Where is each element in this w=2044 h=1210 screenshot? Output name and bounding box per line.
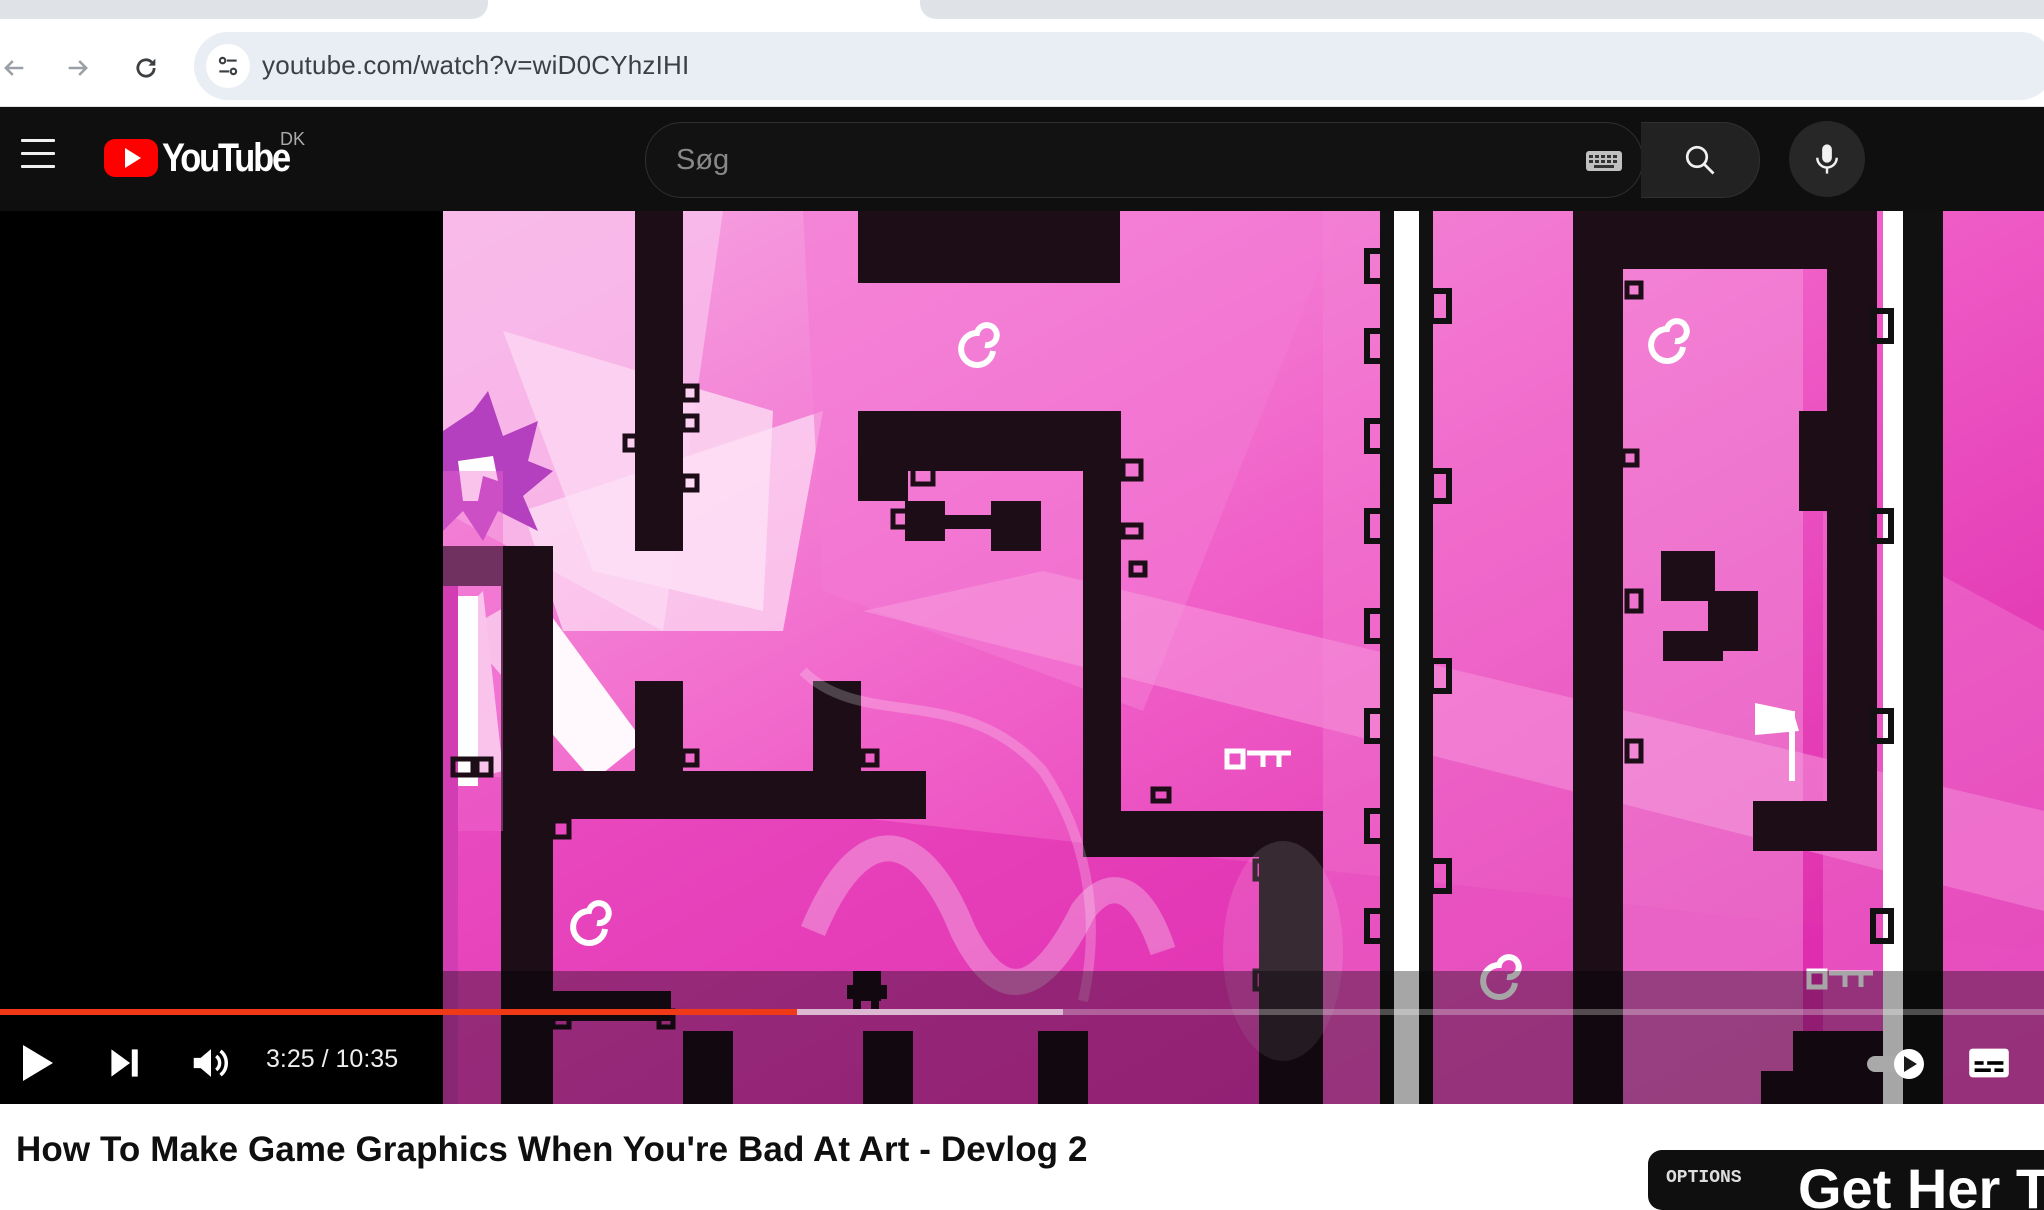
progress-bar[interactable] bbox=[0, 1009, 2044, 1015]
keyboard-icon[interactable] bbox=[1586, 151, 1622, 171]
search-box bbox=[645, 122, 1643, 198]
reload-button[interactable] bbox=[122, 44, 170, 92]
forward-arrow-icon bbox=[68, 60, 88, 76]
url-text[interactable]: youtube.com/watch?v=wiD0CYhzIHI bbox=[262, 50, 689, 81]
autoplay-toggle[interactable] bbox=[1862, 1033, 1932, 1093]
next-icon bbox=[111, 1049, 138, 1077]
country-code: DK bbox=[280, 129, 306, 149]
site-settings-button[interactable] bbox=[206, 44, 250, 88]
youtube-wordmark: YouTube bbox=[162, 135, 291, 180]
forward-button[interactable] bbox=[54, 44, 102, 92]
search-input[interactable] bbox=[646, 123, 1636, 197]
browser-toolbar: youtube.com/watch?v=wiD0CYhzIHI bbox=[0, 30, 2044, 107]
next-button[interactable] bbox=[100, 1033, 150, 1093]
subtitles-button[interactable] bbox=[1964, 1033, 2014, 1093]
duration: 10:35 bbox=[335, 1045, 399, 1073]
inactive-tab[interactable] bbox=[0, 0, 488, 19]
time-display: 3:25 / 10:35 bbox=[266, 1045, 398, 1074]
reload-icon bbox=[136, 58, 156, 78]
play-icon bbox=[23, 1045, 53, 1081]
volume-icon bbox=[193, 1049, 228, 1077]
video-title: How To Make Game Graphics When You're Ba… bbox=[16, 1130, 1088, 1169]
search-icon bbox=[1685, 145, 1715, 175]
thumbnail-text: Get Her Tr bbox=[1798, 1157, 2044, 1210]
autoplay-toggle-icon bbox=[1867, 1049, 1924, 1079]
time-separator: / bbox=[321, 1045, 329, 1073]
recommended-video-thumbnail[interactable]: OPTIONS Get Her Tr bbox=[1648, 1150, 2044, 1210]
played-range bbox=[0, 1009, 798, 1015]
game-screenshot bbox=[443, 211, 2044, 1104]
microphone-icon bbox=[1816, 144, 1838, 174]
current-time: 3:25 bbox=[266, 1045, 315, 1073]
site-settings-icon bbox=[218, 56, 238, 76]
volume-button[interactable] bbox=[186, 1033, 236, 1093]
inactive-tab[interactable] bbox=[920, 0, 2044, 19]
search-button[interactable] bbox=[1641, 122, 1760, 198]
back-button[interactable] bbox=[0, 44, 38, 92]
video-player[interactable]: 3:25 / 10:35 bbox=[0, 211, 2044, 1104]
youtube-logo[interactable]: YouTube bbox=[104, 135, 310, 180]
youtube-play-logo-icon bbox=[104, 139, 158, 177]
back-arrow-icon bbox=[4, 60, 24, 76]
thumbnail-label: OPTIONS bbox=[1666, 1168, 1742, 1188]
youtube-masthead: YouTube DK bbox=[0, 107, 2044, 211]
tab-strip bbox=[0, 0, 2044, 20]
subtitles-icon bbox=[1969, 1048, 2009, 1078]
address-bar[interactable]: youtube.com/watch?v=wiD0CYhzIHI bbox=[194, 32, 2044, 100]
voice-search-button[interactable] bbox=[1789, 121, 1865, 197]
menu-icon[interactable] bbox=[18, 139, 58, 179]
play-button[interactable] bbox=[12, 1033, 62, 1093]
video-frame[interactable] bbox=[443, 211, 2044, 1104]
